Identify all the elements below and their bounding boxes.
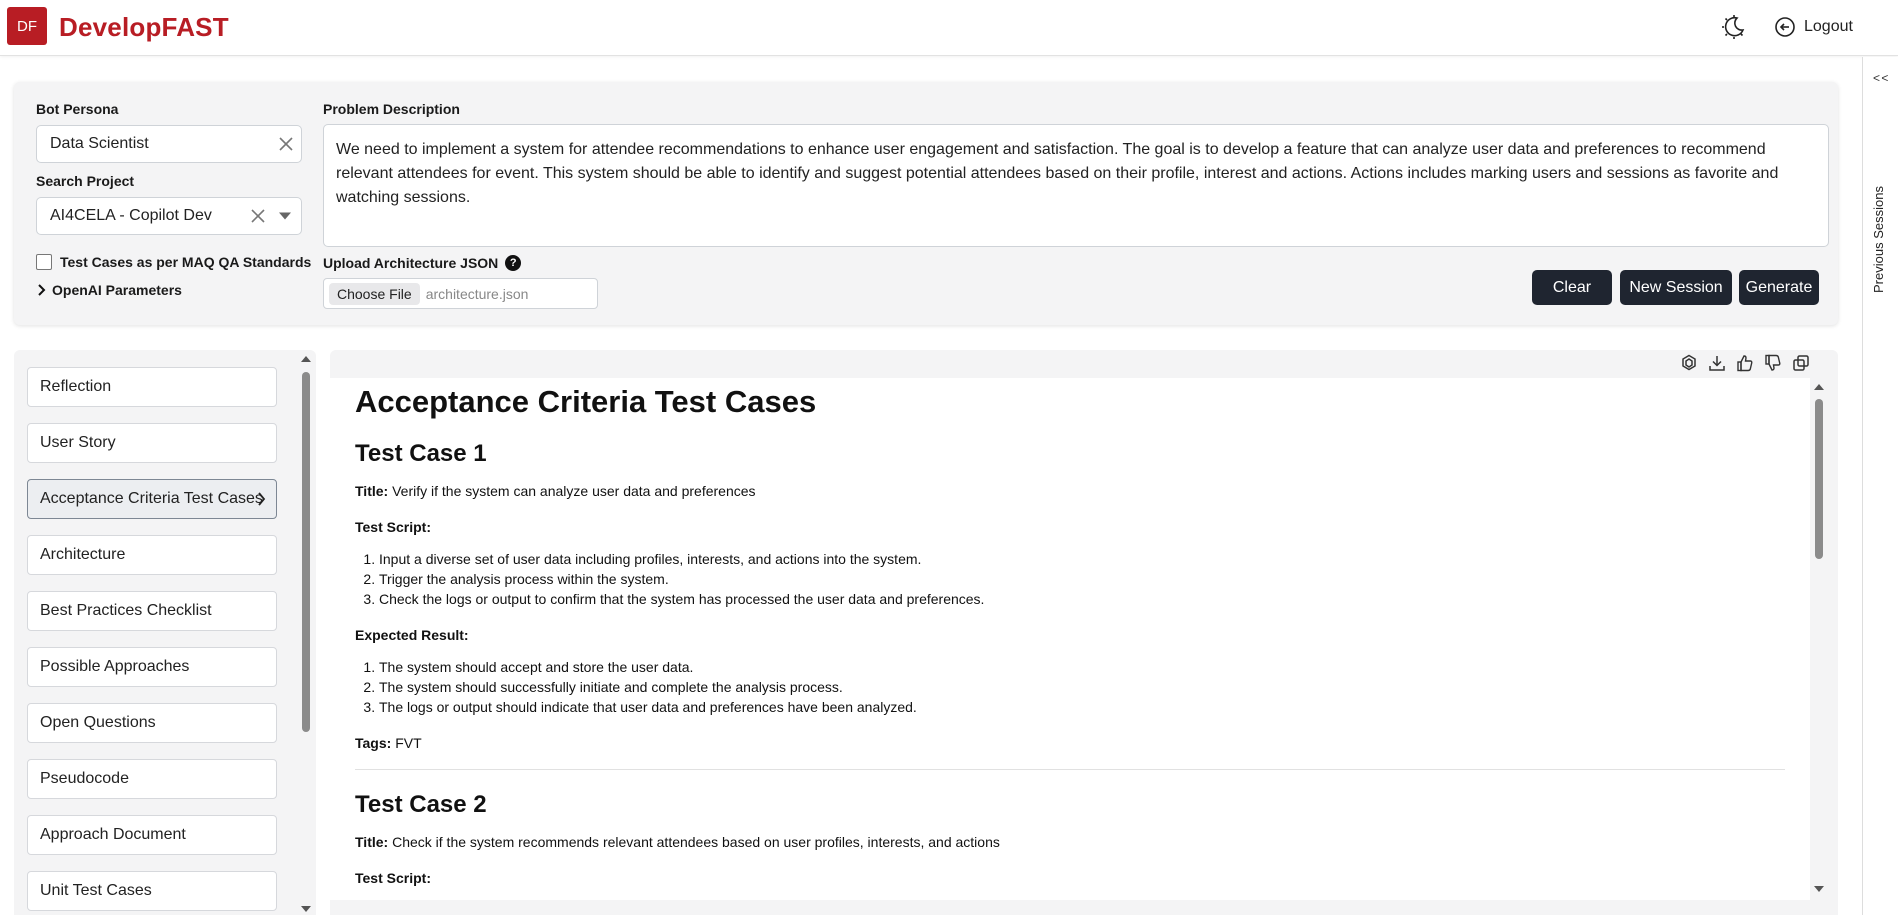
sidebar-item-best-practices-checklist[interactable]: Best Practices Checklist: [27, 591, 277, 631]
logout-label: Logout: [1804, 18, 1853, 35]
list-item: Trigger the analysis process within the …: [379, 569, 1785, 589]
sidebar-item-label: Pseudocode: [40, 770, 129, 787]
test-script-label: Test Script:: [355, 870, 431, 886]
input-panel: Bot Persona Data Scientist Search Projec…: [14, 82, 1838, 325]
scrollbar-thumb[interactable]: [302, 372, 310, 732]
list-item: The system should accept and store the u…: [379, 657, 1785, 677]
upload-label-row: Upload Architecture JSON ?: [323, 255, 522, 271]
openai-parameters-label: OpenAI Parameters: [52, 282, 182, 298]
logo-badge: DF: [7, 7, 47, 45]
scroll-up-arrow[interactable]: [301, 356, 311, 362]
project-label: Search Project: [36, 173, 135, 189]
expected-result-list: The system should accept and store the u…: [379, 657, 1785, 717]
test-case-heading: Test Case 2: [355, 791, 487, 818]
sidebar-item-pseudocode[interactable]: Pseudocode: [27, 759, 277, 799]
sidebar-item-possible-approaches[interactable]: Possible Approaches: [27, 647, 277, 687]
sidebar-item-label: Reflection: [40, 378, 112, 395]
app-header: DF DevelopFAST Logout: [0, 0, 1898, 56]
clear-button[interactable]: Clear: [1532, 270, 1612, 305]
project-value: AI4CELA - Copilot Dev: [50, 207, 212, 224]
scroll-down-arrow[interactable]: [1814, 886, 1824, 892]
generate-button[interactable]: Generate: [1739, 270, 1819, 305]
maq-standards-checkbox-row[interactable]: Test Cases as per MAQ QA Standards: [36, 254, 311, 270]
output-panel: Acceptance Criteria Test Cases Test Case…: [330, 350, 1838, 915]
logout-icon: [1775, 17, 1795, 37]
thumbs-down-icon[interactable]: [1764, 354, 1782, 372]
upload-label: Upload Architecture JSON: [323, 255, 499, 271]
brand-title[interactable]: DevelopFAST: [59, 12, 229, 43]
thumbs-up-icon[interactable]: [1736, 354, 1754, 372]
persona-select[interactable]: Data Scientist: [36, 125, 302, 163]
chevron-right-icon: [258, 492, 266, 506]
list-item: The system should successfully initiate …: [379, 677, 1785, 697]
sidebar-item-open-questions[interactable]: Open Questions: [27, 703, 277, 743]
file-name-placeholder: architecture.json: [425, 285, 529, 302]
scroll-up-arrow[interactable]: [1814, 384, 1824, 390]
persona-label: Bot Persona: [36, 101, 119, 117]
expected-result-label: Expected Result:: [355, 627, 469, 643]
sidebar-item-label: Acceptance Criteria Test Cases: [40, 490, 263, 507]
chevron-down-icon[interactable]: [279, 212, 291, 220]
output-toolbar: [1680, 354, 1810, 372]
list-item: Check the logs or output to confirm that…: [379, 589, 1785, 609]
sidebar-item-label: Best Practices Checklist: [40, 602, 212, 619]
sidebar-item-label: Open Questions: [40, 714, 156, 731]
maq-standards-label: Test Cases as per MAQ QA Standards: [60, 254, 312, 270]
copy-icon[interactable]: [1792, 354, 1810, 372]
download-icon[interactable]: [1708, 354, 1726, 372]
close-icon[interactable]: [251, 209, 265, 223]
scroll-down-arrow[interactable]: [301, 906, 311, 912]
test-case-title: Title: Verify if the system can analyze …: [355, 483, 756, 499]
test-script-label: Test Script:: [355, 519, 431, 535]
close-icon[interactable]: [279, 137, 293, 151]
rail-collapse-toggle[interactable]: < <: [1873, 71, 1888, 85]
sidebar-item-reflection[interactable]: Reflection: [27, 367, 277, 407]
theme-toggle-button[interactable]: [1718, 12, 1750, 42]
logout-button[interactable]: Logout: [1774, 14, 1853, 40]
list-item: The logs or output should indicate that …: [379, 697, 1785, 717]
test-case-title: Title: Check if the system recommends re…: [355, 834, 1000, 850]
generated-document: Acceptance Criteria Test Cases Test Case…: [330, 378, 1810, 900]
test-case-heading: Test Case 1: [355, 440, 487, 467]
sidebar-scrollbar[interactable]: [301, 354, 311, 914]
previous-sessions-label[interactable]: Previous Sessions: [1871, 153, 1891, 293]
sidebar-item-label: Unit Test Cases: [40, 882, 152, 899]
problem-description-textarea[interactable]: We need to implement a system for attend…: [323, 124, 1829, 247]
sidebar-item-architecture[interactable]: Architecture: [27, 535, 277, 575]
persona-value: Data Scientist: [50, 135, 149, 152]
openai-icon[interactable]: [1680, 354, 1698, 372]
test-script-list: Input a diverse set of user data includi…: [379, 549, 1785, 609]
sidebar-item-user-story[interactable]: User Story: [27, 423, 277, 463]
doc-title: Acceptance Criteria Test Cases: [355, 384, 817, 419]
new-session-button[interactable]: New Session: [1620, 270, 1732, 305]
scrollbar-thumb[interactable]: [1815, 399, 1823, 559]
sidebar-item-acceptance-criteria-test-cases[interactable]: Acceptance Criteria Test Cases: [27, 479, 277, 519]
sidebar-item-label: User Story: [40, 434, 116, 451]
chevron-right-icon: [38, 284, 46, 296]
moon-sun-icon: [1722, 15, 1745, 39]
document-scrollbar[interactable]: [1814, 384, 1824, 896]
sidebar-item-label: Possible Approaches: [40, 658, 190, 675]
problem-label: Problem Description: [323, 101, 460, 117]
sidebar-item-label: Approach Document: [40, 826, 186, 843]
sidebar-item-approach-document[interactable]: Approach Document: [27, 815, 277, 855]
list-item: Input a diverse set of user data includi…: [379, 549, 1785, 569]
sidebar-item-unit-test-cases[interactable]: Unit Test Cases: [27, 871, 277, 911]
tags: Tags: FVT: [355, 735, 422, 751]
sections-sidebar: Reflection User Story Acceptance Criteri…: [14, 350, 316, 915]
maq-standards-checkbox[interactable]: [36, 254, 52, 270]
choose-file-button[interactable]: Choose File: [329, 282, 420, 305]
previous-sessions-rail: < < Previous Sessions: [1862, 57, 1898, 915]
help-icon[interactable]: ?: [505, 255, 522, 271]
project-select[interactable]: AI4CELA - Copilot Dev: [36, 197, 302, 235]
divider: [355, 769, 1785, 770]
openai-parameters-toggle[interactable]: OpenAI Parameters: [36, 282, 182, 298]
architecture-file-input[interactable]: Choose File architecture.json: [323, 278, 598, 309]
sidebar-item-label: Architecture: [40, 546, 126, 563]
